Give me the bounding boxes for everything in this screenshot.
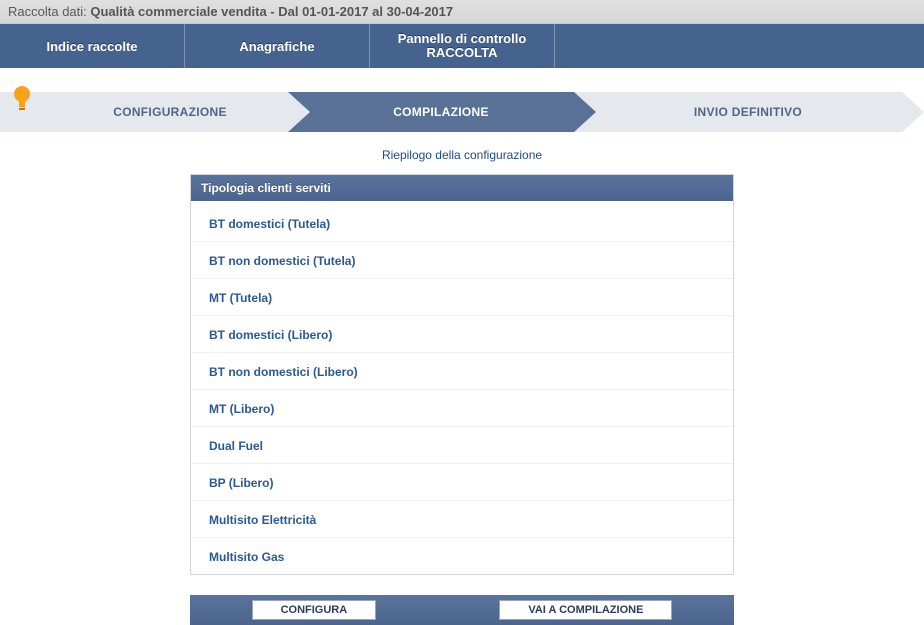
step-invio-definitivo[interactable]: INVIO DEFINITIVO	[572, 92, 924, 132]
go-compile-button[interactable]: VAI A COMPILAZIONE	[499, 600, 672, 620]
tipologia-panel: Tipologia clienti serviti BT domestici (…	[190, 174, 734, 575]
tipologia-item[interactable]: Multisito Gas	[191, 537, 733, 574]
tipologia-item[interactable]: MT (Libero)	[191, 389, 733, 426]
tipologia-item[interactable]: BT non domestici (Tutela)	[191, 241, 733, 278]
panel-body: BT domestici (Tutela)BT non domestici (T…	[191, 201, 733, 574]
nav-anagrafiche[interactable]: Anagrafiche	[185, 24, 370, 68]
tipologia-item[interactable]: BT domestici (Tutela)	[191, 201, 733, 241]
step-progress: INVIO DEFINITIVO COMPILAZIONE CONFIGURAZ…	[0, 92, 924, 132]
tipologia-item[interactable]: Dual Fuel	[191, 426, 733, 463]
header-prefix: Raccolta dati:	[8, 4, 90, 19]
tipologia-item[interactable]: BT non domestici (Libero)	[191, 352, 733, 389]
configure-button[interactable]: CONFIGURA	[252, 600, 377, 620]
top-navigation: Indice raccolte Anagrafiche Pannello di …	[0, 24, 924, 68]
go-compile-button-label: VAI A COMPILAZIONE	[528, 604, 643, 616]
nav-label-twoline: Pannello di controllo RACCOLTA	[398, 32, 527, 60]
tipologia-item[interactable]: BP (Libero)	[191, 463, 733, 500]
step-label: CONFIGURAZIONE	[83, 105, 227, 119]
tipologia-item[interactable]: BT domestici (Libero)	[191, 315, 733, 352]
tipologia-item[interactable]: Multisito Elettricità	[191, 500, 733, 537]
nav-label: Anagrafiche	[239, 39, 314, 54]
lightbulb-icon	[10, 84, 34, 117]
step-configurazione[interactable]: CONFIGURAZIONE	[0, 92, 310, 132]
step-compilazione[interactable]: COMPILAZIONE	[286, 92, 596, 132]
summary-config-link[interactable]: Riepilogo della configurazione	[0, 132, 924, 174]
tipologia-item[interactable]: MT (Tutela)	[191, 278, 733, 315]
action-bar: CONFIGURA VAI A COMPILAZIONE	[190, 595, 734, 625]
panel-header-text: Tipologia clienti serviti	[201, 181, 331, 195]
nav-label: Indice raccolte	[46, 39, 137, 54]
configure-button-label: CONFIGURA	[281, 604, 348, 616]
step-label: INVIO DEFINITIVO	[694, 105, 802, 119]
nav-line1: Pannello di controllo	[398, 31, 527, 46]
nav-indice-raccolte[interactable]: Indice raccolte	[0, 24, 185, 68]
summary-link-text: Riepilogo della configurazione	[382, 148, 542, 162]
nav-line2: RACCOLTA	[426, 45, 497, 60]
nav-pannello-controllo[interactable]: Pannello di controllo RACCOLTA	[370, 24, 555, 68]
page-header: Raccolta dati: Qualità commerciale vendi…	[0, 0, 924, 24]
header-title: Qualità commerciale vendita - Dal 01-01-…	[90, 4, 453, 19]
step-label: COMPILAZIONE	[393, 105, 489, 119]
panel-header: Tipologia clienti serviti	[191, 175, 733, 201]
